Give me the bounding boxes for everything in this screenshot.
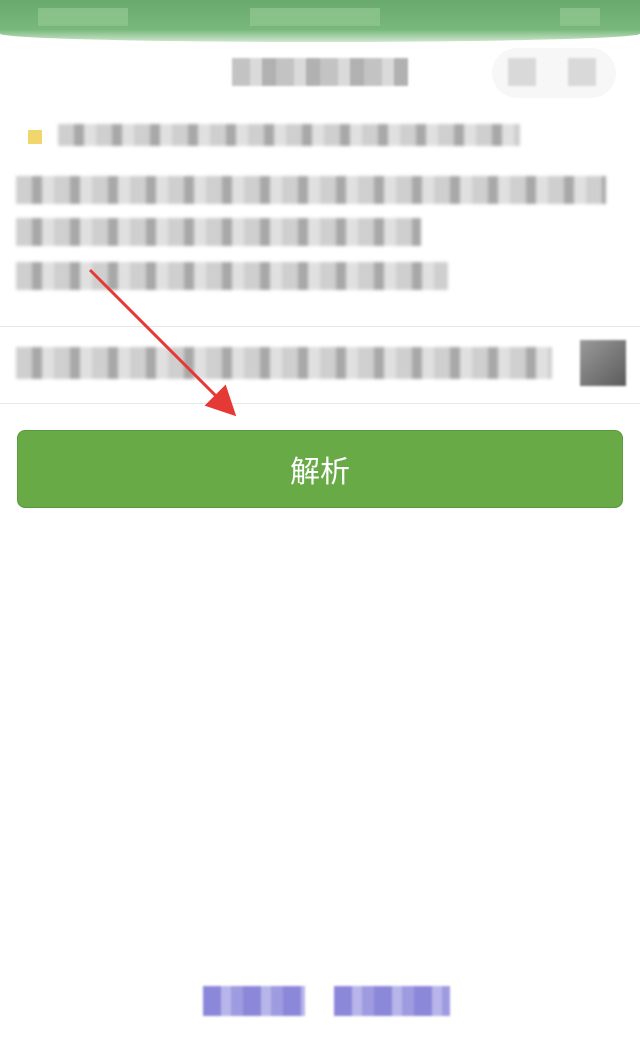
link-input-row[interactable] xyxy=(0,327,640,403)
link-input[interactable] xyxy=(16,347,552,379)
divider-bottom xyxy=(0,403,640,404)
notice-banner xyxy=(16,116,624,152)
thumbnail-icon[interactable] xyxy=(580,340,626,386)
close-icon[interactable] xyxy=(568,58,596,86)
top-bar-blurred-content xyxy=(38,8,128,26)
top-bar-blurred-content xyxy=(560,8,600,26)
top-status-bar xyxy=(0,0,640,42)
info-line-3 xyxy=(16,262,448,290)
page-title xyxy=(232,58,408,86)
top-bar-blurred-content xyxy=(250,8,380,26)
footer-link-1[interactable] xyxy=(203,986,305,1016)
parse-button[interactable]: 解析 xyxy=(17,430,623,508)
folder-icon xyxy=(28,130,42,144)
annotation-arrow-icon xyxy=(88,268,237,417)
footer-link-2[interactable] xyxy=(334,986,450,1016)
header-actions xyxy=(492,48,616,98)
info-line-1 xyxy=(16,176,606,204)
info-line-2 xyxy=(16,218,421,246)
more-icon[interactable] xyxy=(508,58,536,86)
notice-text xyxy=(58,124,520,146)
